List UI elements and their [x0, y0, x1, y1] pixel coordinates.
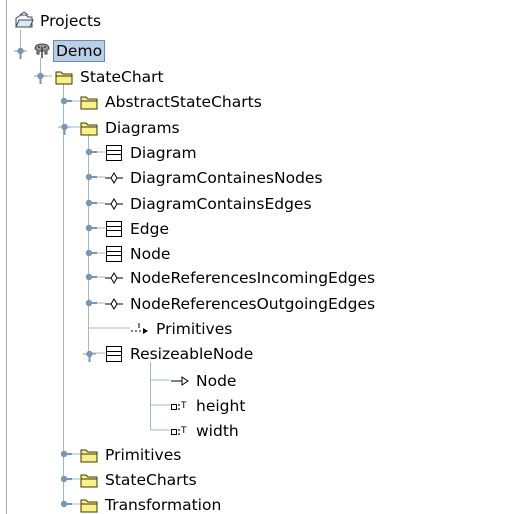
- tree-node-label: Node: [196, 371, 237, 390]
- tree-node-label: Diagrams: [105, 118, 180, 137]
- folder-icon: [80, 499, 98, 512]
- tree-node-transformation-folder[interactable]: Transformation: [79, 492, 223, 514]
- tree-node-nodereferencesincomingedges[interactable]: NodeReferencesIncomingEdges: [104, 265, 377, 290]
- tree-node-label: Diagram: [130, 143, 197, 162]
- tree-node-demo[interactable]: Demo: [32, 38, 106, 63]
- association-icon: [105, 171, 123, 184]
- folder-icon: [80, 122, 98, 135]
- collapsed-handle-icon: [85, 173, 97, 181]
- project-tree[interactable]: Projects Demo StateChart AbstractStateCh…: [0, 0, 529, 514]
- tree-node-label: AbstractStateCharts: [105, 92, 262, 111]
- tree-node-label: Primitives: [105, 445, 182, 464]
- class-icon: [106, 144, 122, 161]
- tree-node-label: width: [196, 421, 239, 440]
- tree-node-node[interactable]: Node: [104, 241, 172, 266]
- tree-node-statechart[interactable]: StateChart: [54, 64, 166, 89]
- tree-node-diagramcontainsedges[interactable]: DiagramContainsEdges: [104, 191, 314, 216]
- expanded-handle-icon: [83, 350, 96, 362]
- tree-node-projects[interactable]: Projects: [14, 8, 103, 33]
- tree-node-abstractstatecharts[interactable]: AbstractStateCharts: [79, 89, 264, 114]
- tree-node-primitives-folder[interactable]: Primitives: [79, 442, 183, 467]
- tree-node-label: StateChart: [80, 67, 164, 86]
- collapsed-handle-icon: [85, 199, 97, 207]
- class-icon: [106, 245, 122, 262]
- class-icon: [106, 220, 122, 237]
- folder-icon: [80, 449, 98, 462]
- collapsed-handle-icon: [60, 500, 72, 508]
- folder-icon: [55, 71, 73, 84]
- expand-handle-diagramcontainesnodes[interactable]: [81, 169, 97, 185]
- expand-handle-nodereferencesoutgoingedges[interactable]: [81, 295, 97, 311]
- class-icon: [106, 345, 122, 362]
- tree-node-resizeablenode-supertype[interactable]: Node: [170, 368, 238, 393]
- expand-handle-resizeablenode[interactable]: [81, 346, 97, 362]
- expand-handle-node[interactable]: [81, 245, 97, 261]
- tree-node-label: ResizeableNode: [130, 344, 254, 363]
- collapsed-handle-icon: [85, 249, 97, 257]
- expanded-handle-icon: [34, 72, 47, 84]
- collapsed-handle-icon: [60, 450, 72, 458]
- tree-node-label: DiagramContainesNodes: [130, 168, 323, 187]
- tree-node-label: NodeReferencesIncomingEdges: [130, 268, 376, 287]
- tree-node-label: DiagramContainsEdges: [130, 194, 312, 213]
- svg-text:T: T: [180, 401, 187, 411]
- tree-node-diagram[interactable]: Diagram: [104, 140, 199, 165]
- tree-node-label: height: [196, 396, 246, 415]
- tree-node-edge[interactable]: Edge: [104, 216, 171, 241]
- expanded-handle-icon: [14, 47, 27, 59]
- tree-node-nodereferencesoutgoingedges[interactable]: NodeReferencesOutgoingEdges: [104, 291, 377, 316]
- expand-handle-nodereferencesincomingedges[interactable]: [81, 269, 97, 285]
- tree-node-label: Node: [130, 244, 171, 263]
- expand-handle-statecharts-folder[interactable]: [56, 471, 72, 487]
- expand-handle-diagram[interactable]: [81, 144, 97, 160]
- tree-node-attribute-width[interactable]: T width: [170, 418, 241, 443]
- expand-handle-diagrams[interactable]: [56, 119, 72, 135]
- expanded-handle-icon: [58, 123, 71, 135]
- expand-handle-abstractstatecharts[interactable]: [56, 93, 72, 109]
- tree-node-label: Primitives: [156, 319, 233, 338]
- tree-node-label: Projects: [40, 11, 102, 30]
- expand-handle-demo[interactable]: [12, 43, 28, 59]
- expand-handle-edge[interactable]: [81, 220, 97, 236]
- tree-node-attribute-height[interactable]: T height: [170, 393, 247, 418]
- folder-icon: [80, 96, 98, 109]
- tree-node-diagramcontainesnodes[interactable]: DiagramContainesNodes: [104, 165, 325, 190]
- collapsed-handle-icon: [85, 299, 97, 307]
- association-icon: [105, 271, 123, 284]
- generalization-arrow-icon: [171, 375, 189, 386]
- tree-node-label: Edge: [130, 219, 170, 238]
- tree-node-diagrams[interactable]: Diagrams: [79, 115, 182, 140]
- import-arrow-icon: [131, 322, 148, 334]
- collapsed-handle-icon: [85, 273, 97, 281]
- tree-node-resizeablenode[interactable]: ResizeableNode: [104, 341, 255, 366]
- folder-icon: [80, 474, 98, 487]
- attribute-icon: T: [171, 401, 187, 411]
- projects-folder-icon: [15, 10, 34, 27]
- svg-text:T: T: [180, 426, 187, 436]
- tree-node-label: NodeReferencesOutgoingEdges: [130, 294, 376, 313]
- tree-node-primitives-import[interactable]: Primitives: [130, 316, 234, 341]
- tree-node-label: Demo: [52, 39, 106, 62]
- attribute-icon: T: [171, 426, 187, 436]
- association-icon: [105, 197, 123, 210]
- collapsed-handle-icon: [60, 475, 72, 483]
- expand-handle-primitives-folder[interactable]: [56, 446, 72, 462]
- expand-handle-statechart[interactable]: [32, 68, 48, 84]
- tree-node-label: Transformation: [105, 495, 222, 514]
- tree-node-statecharts-folder[interactable]: StateCharts: [79, 467, 199, 492]
- expand-handle-transformation-folder[interactable]: [56, 496, 72, 512]
- expand-handle-diagramcontainsedges[interactable]: [81, 195, 97, 211]
- collapsed-handle-icon: [85, 148, 97, 156]
- elephant-icon: [34, 42, 50, 58]
- association-icon: [105, 297, 123, 310]
- collapsed-handle-icon: [60, 97, 72, 105]
- tree-node-label: StateCharts: [105, 470, 197, 489]
- collapsed-handle-icon: [85, 224, 97, 232]
